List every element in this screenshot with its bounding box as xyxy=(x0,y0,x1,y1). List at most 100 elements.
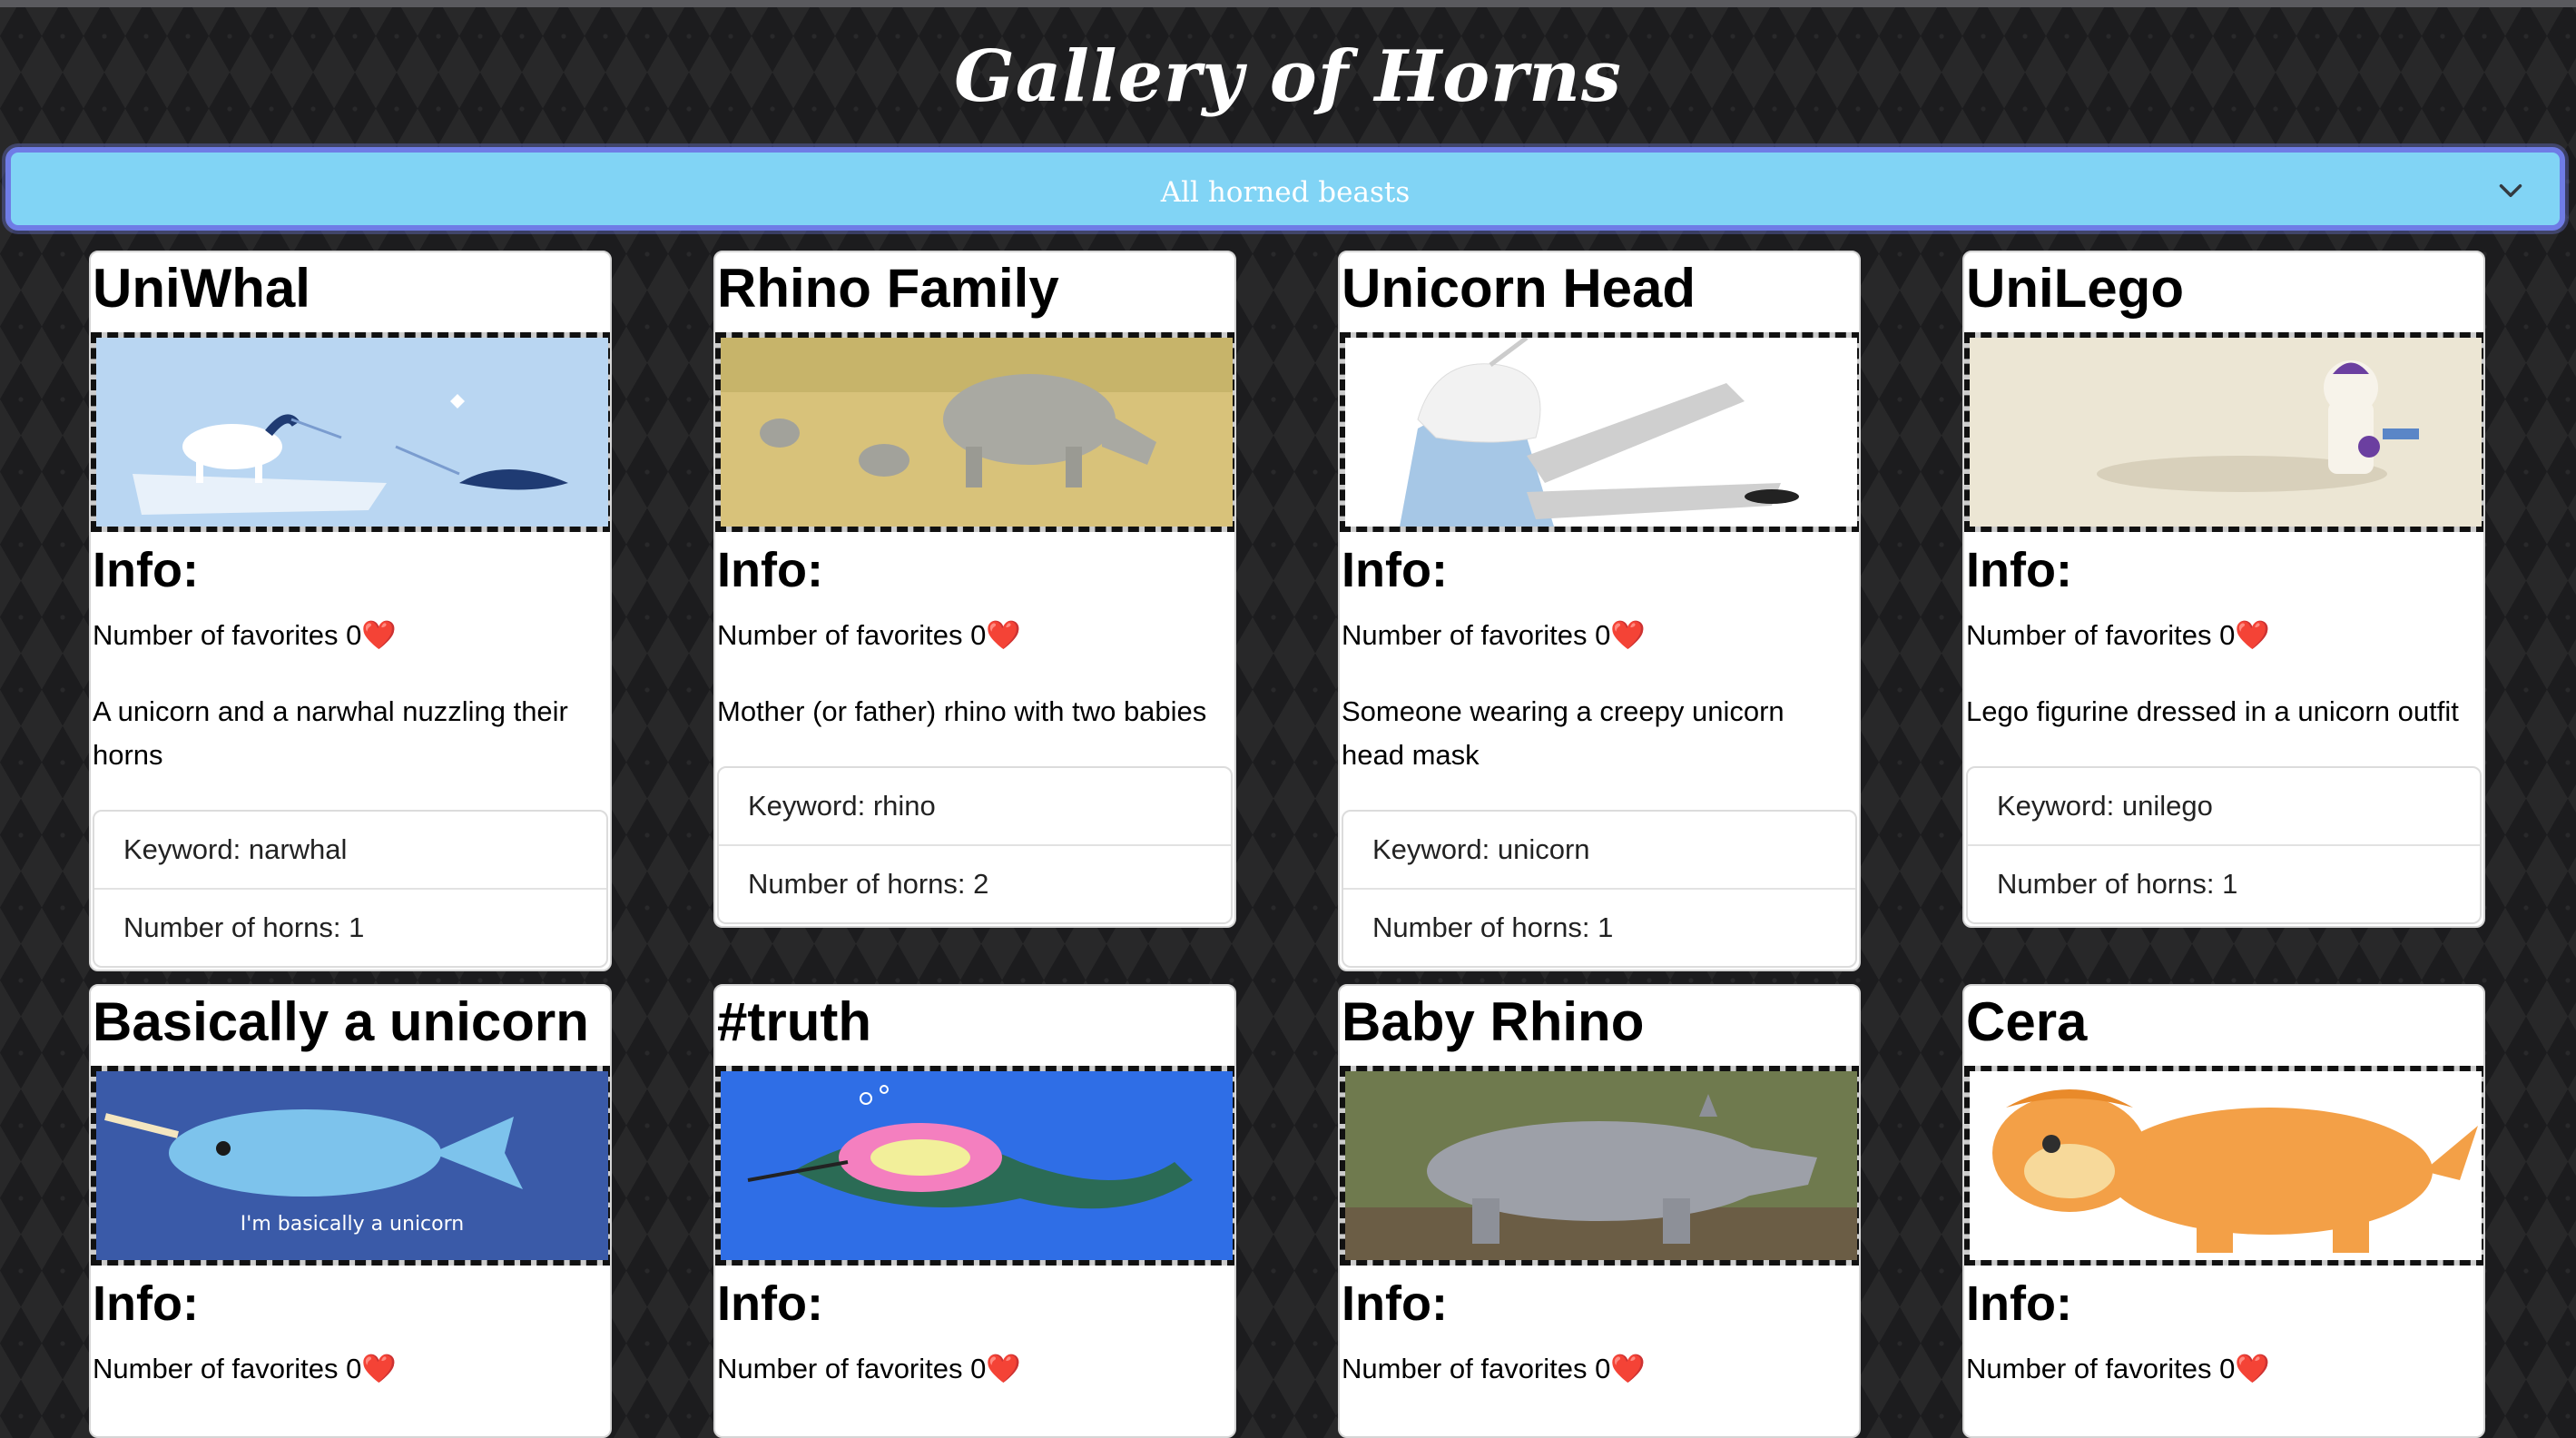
chevron-down-icon xyxy=(2499,184,2522,197)
horns-item: Number of horns: 1 xyxy=(94,888,606,966)
info-heading: Info: xyxy=(93,543,199,597)
filter-selected-value: All horned beasts xyxy=(1160,176,1411,209)
keyword-item: Keyword: unilego xyxy=(1968,768,2480,844)
heart-icon: ❤️ xyxy=(1610,619,1646,651)
horns-item: Number of horns: 1 xyxy=(1343,888,1855,966)
favorites-count[interactable]: Number of favorites 0❤️ xyxy=(715,1349,1234,1389)
favorites-count[interactable]: Number of favorites 0❤️ xyxy=(1340,1349,1859,1389)
favorites-label: Number of favorites xyxy=(93,1353,347,1384)
favorites-label: Number of favorites xyxy=(1966,619,2220,651)
beast-details-list: Keyword: unicorn Number of horns: 1 xyxy=(1342,810,1857,968)
beast-card[interactable]: UniWhal Info: Number of favorites 0❤️ A … xyxy=(89,251,612,971)
beast-image[interactable] xyxy=(1964,1066,2483,1266)
heart-icon: ❤️ xyxy=(2235,1353,2270,1384)
heart-icon: ❤️ xyxy=(986,619,1021,651)
heart-icon: ❤️ xyxy=(2235,619,2270,651)
horns-label: Number of horns: xyxy=(748,868,974,900)
beast-image[interactable]: I'm basically a unicorn xyxy=(91,1066,610,1266)
heart-icon: ❤️ xyxy=(1610,1353,1646,1384)
beast-card[interactable]: Basically a unicorn I'm basically a unic… xyxy=(89,984,612,1438)
info-heading: Info: xyxy=(1342,1276,1448,1331)
beast-title: UniWhal xyxy=(93,258,310,319)
keyword-item: Keyword: narwhal xyxy=(94,812,606,888)
favorites-count[interactable]: Number of favorites 0❤️ xyxy=(91,1349,610,1389)
beast-image[interactable] xyxy=(715,332,1234,532)
keyword-value: unicorn xyxy=(1497,833,1590,865)
favorites-label: Number of favorites xyxy=(93,619,347,651)
heart-icon: ❤️ xyxy=(986,1353,1021,1384)
favorites-count[interactable]: Number of favorites 0❤️ xyxy=(715,616,1234,655)
beast-image[interactable] xyxy=(1340,332,1859,532)
favorites-value: 0 xyxy=(2219,1353,2236,1384)
window-top-edge xyxy=(0,0,2576,7)
beast-card[interactable]: Unicorn Head Info: Number of favorites 0… xyxy=(1338,251,1861,971)
info-heading: Info: xyxy=(1342,543,1448,597)
info-heading: Info: xyxy=(717,543,823,597)
beast-image[interactable] xyxy=(715,1066,1234,1266)
favorites-value: 0 xyxy=(1595,1353,1611,1384)
beast-image[interactable] xyxy=(91,332,610,532)
favorites-count[interactable]: Number of favorites 0❤️ xyxy=(1340,616,1859,655)
beast-card[interactable]: Cera Info: Number of favorites 0❤️ xyxy=(1962,984,2485,1438)
keyword-label: Keyword: xyxy=(748,790,873,822)
beast-description: Lego figurine dressed in a unicorn outfi… xyxy=(1966,695,2459,727)
favorites-count[interactable]: Number of favorites 0❤️ xyxy=(91,616,610,655)
horns-label: Number of horns: xyxy=(123,911,349,943)
heart-icon: ❤️ xyxy=(361,619,397,651)
beast-card[interactable]: Rhino Family Info: Number of favorites 0… xyxy=(713,251,1236,928)
favorites-value: 0 xyxy=(1595,619,1611,651)
horns-label: Number of horns: xyxy=(1372,911,1598,943)
beast-description: A unicorn and a narwhal nuzzling their h… xyxy=(93,695,568,771)
beast-title: Rhino Family xyxy=(717,258,1059,319)
beast-title: #truth xyxy=(717,991,871,1052)
horns-item: Number of horns: 1 xyxy=(1968,844,2480,922)
beast-details-list: Keyword: rhino Number of horns: 2 xyxy=(717,766,1233,924)
favorites-count[interactable]: Number of favorites 0❤️ xyxy=(1964,616,2483,655)
heart-icon: ❤️ xyxy=(361,1353,397,1384)
keyword-label: Keyword: xyxy=(1372,833,1498,865)
keyword-item: Keyword: rhino xyxy=(719,768,1231,844)
favorites-label: Number of favorites xyxy=(717,1353,971,1384)
horns-value: 1 xyxy=(1598,911,1614,943)
beast-description: Someone wearing a creepy unicorn head ma… xyxy=(1342,695,1785,771)
image-caption: I'm basically a unicorn xyxy=(241,1213,464,1236)
beast-title: Baby Rhino xyxy=(1342,991,1645,1052)
keyword-value: narwhal xyxy=(248,833,348,865)
favorites-value: 0 xyxy=(970,619,987,651)
info-heading: Info: xyxy=(93,1276,199,1331)
keyword-value: unilego xyxy=(2121,790,2213,822)
horns-value: 2 xyxy=(973,868,989,900)
keyword-item: Keyword: unicorn xyxy=(1343,812,1855,888)
horns-item: Number of horns: 2 xyxy=(719,844,1231,922)
page-title: Gallery of Horns xyxy=(954,35,1622,118)
beast-title: Cera xyxy=(1966,991,2088,1052)
favorites-label: Number of favorites xyxy=(717,619,971,651)
beast-image[interactable] xyxy=(1340,1066,1859,1266)
favorites-value: 0 xyxy=(346,1353,362,1384)
horns-value: 1 xyxy=(349,911,365,943)
beast-description: Mother (or father) rhino with two babies xyxy=(717,695,1207,727)
beast-card[interactable]: #truth Info: Number of favorites 0❤️ xyxy=(713,984,1236,1438)
beast-card[interactable]: Baby Rhino Info: Number of favorites 0❤️ xyxy=(1338,984,1861,1438)
favorites-value: 0 xyxy=(2219,619,2236,651)
keyword-value: rhino xyxy=(872,790,936,822)
favorites-value: 0 xyxy=(346,619,362,651)
beast-title: UniLego xyxy=(1966,258,2184,319)
beast-filter-select[interactable]: All horned beasts xyxy=(5,147,2565,231)
favorites-label: Number of favorites xyxy=(1342,619,1596,651)
favorites-count[interactable]: Number of favorites 0❤️ xyxy=(1964,1349,2483,1389)
info-heading: Info: xyxy=(1966,1276,2072,1331)
beast-image[interactable] xyxy=(1964,332,2483,532)
keyword-label: Keyword: xyxy=(123,833,249,865)
favorites-value: 0 xyxy=(970,1353,987,1384)
favorites-label: Number of favorites xyxy=(1342,1353,1596,1384)
horns-label: Number of horns: xyxy=(1997,868,2223,900)
beast-details-list: Keyword: unilego Number of horns: 1 xyxy=(1966,766,2482,924)
favorites-label: Number of favorites xyxy=(1966,1353,2220,1384)
info-heading: Info: xyxy=(717,1276,823,1331)
beast-title: Unicorn Head xyxy=(1342,258,1696,319)
beast-details-list: Keyword: narwhal Number of horns: 1 xyxy=(93,810,608,968)
beast-card[interactable]: UniLego Info: Number of favorites 0❤️ Le… xyxy=(1962,251,2485,928)
beast-title: Basically a unicorn xyxy=(93,991,589,1052)
info-heading: Info: xyxy=(1966,543,2072,597)
